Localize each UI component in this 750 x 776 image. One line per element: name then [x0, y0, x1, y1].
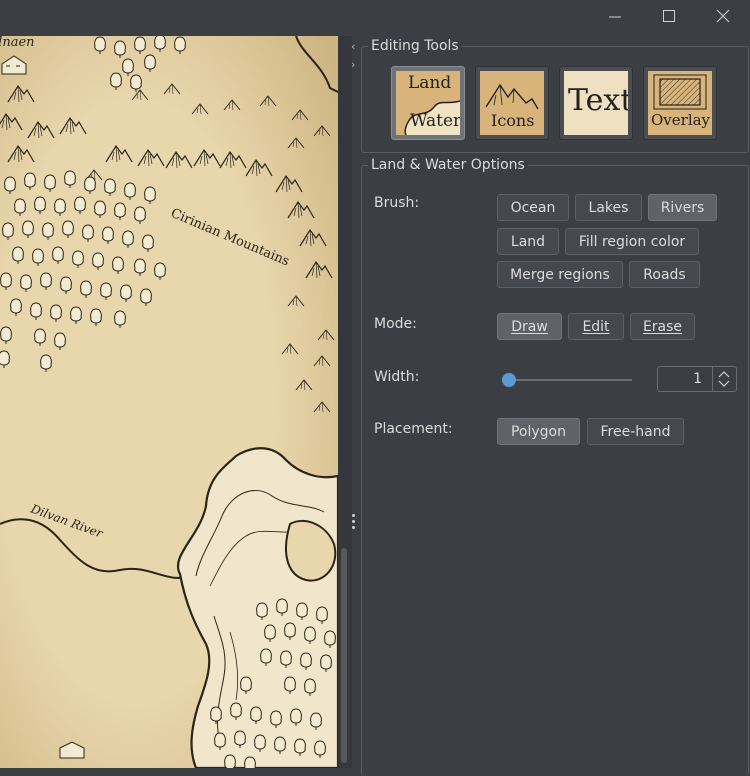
editing-tools-group: Editing Tools Land Water Icons Text Over…: [361, 37, 749, 153]
mode-erase-button[interactable]: Erase: [630, 313, 695, 340]
icons-tool-label: Icons: [491, 111, 535, 130]
mode-draw-button[interactable]: Draw: [497, 313, 562, 340]
mode-edit-label: Edit: [582, 318, 610, 335]
brush-ocean-button[interactable]: Ocean: [497, 194, 569, 221]
brush-land-button[interactable]: Land: [497, 228, 559, 255]
overlay-tool-label: Overlay: [651, 111, 711, 129]
tool-icons[interactable]: Icons: [475, 66, 549, 140]
map-scrollbar-thumb[interactable]: [341, 548, 347, 763]
title-bar: [0, 0, 750, 36]
overlay-tool-icon: Overlay: [648, 71, 712, 135]
icons-tool-icon: Icons: [480, 71, 544, 135]
tool-land-water[interactable]: Land Water: [391, 66, 465, 140]
placement-label: Placement:: [374, 421, 453, 437]
brush-label: Brush:: [374, 195, 420, 211]
width-spinbox[interactable]: 1: [657, 366, 737, 392]
tool-overlay[interactable]: Overlay: [643, 66, 717, 140]
spinbox-divider: [712, 367, 713, 391]
mode-erase-label: Erase: [642, 318, 683, 335]
splitter-grip-icon: [352, 514, 357, 532]
maximize-button[interactable]: [642, 0, 696, 32]
placement-free-hand-button[interactable]: Free-hand: [587, 418, 684, 445]
tool-text[interactable]: Text: [559, 66, 633, 140]
mode-label: Mode:: [374, 316, 417, 332]
width-label: Width:: [374, 369, 420, 385]
close-icon: [716, 9, 730, 23]
collapse-left-icon[interactable]: ‹: [351, 41, 355, 53]
minimize-icon: [609, 16, 621, 18]
text-tool-label: Text: [568, 83, 628, 118]
tool-panel: Editing Tools Land Water Icons Text Over…: [360, 36, 750, 776]
spin-arrows-icon[interactable]: [718, 370, 730, 388]
close-button[interactable]: [696, 0, 750, 32]
panel-splitter[interactable]: [352, 36, 360, 768]
land-water-options-group: Land & Water Options: [361, 156, 749, 776]
map-drawing: ilnaen: [0, 36, 338, 768]
text-tool-icon: Text: [564, 71, 628, 135]
land-water-tool-label-1: Land: [408, 73, 452, 93]
options-title: Land & Water Options: [368, 156, 528, 174]
maximize-icon: [663, 10, 675, 22]
brush-fill-region-color-button[interactable]: Fill region color: [565, 228, 699, 255]
mode-edit-button[interactable]: Edit: [568, 313, 624, 340]
minimize-button[interactable]: [588, 0, 642, 32]
width-value: 1: [693, 371, 702, 387]
editing-tools-title: Editing Tools: [368, 37, 462, 55]
map-label-top: ilnaen: [0, 36, 35, 50]
width-slider[interactable]: [505, 379, 632, 381]
land-water-tool-icon: Land Water: [396, 71, 460, 135]
placement-polygon-button[interactable]: Polygon: [497, 418, 580, 445]
brush-roads-button[interactable]: Roads: [629, 261, 700, 288]
brush-rivers-button[interactable]: Rivers: [648, 194, 717, 221]
collapse-right-icon[interactable]: ›: [351, 59, 355, 71]
brush-lakes-button[interactable]: Lakes: [575, 194, 642, 221]
map-canvas[interactable]: ilnaen: [0, 36, 338, 768]
width-slider-handle[interactable]: [502, 373, 516, 387]
mode-draw-label: Draw: [511, 318, 548, 335]
land-water-tool-label-2: Water: [410, 111, 460, 131]
brush-merge-regions-button[interactable]: Merge regions: [497, 261, 623, 288]
